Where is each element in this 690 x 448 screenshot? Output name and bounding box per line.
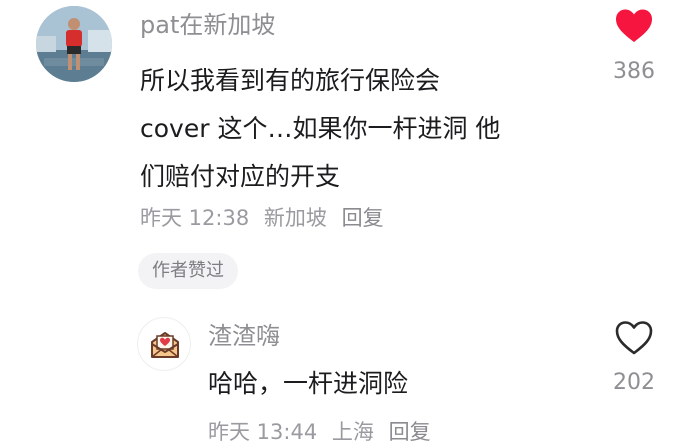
comment-text-line: cover 这个…如果你一杆进洞 他 [140,114,501,143]
reply-text: 哈哈，一杆进洞险 [208,369,409,398]
heart-outline-icon[interactable] [614,320,654,356]
reply-location: 上海 [331,420,374,444]
reply-meta: 昨天 13:44 上海 回复 [208,418,431,446]
comment-meta: 昨天 12:38 新加坡 回复 [140,204,384,232]
comment-reply-button[interactable]: 回复 [342,206,384,230]
comment-location: 新加坡 [263,206,327,230]
comment-time: 昨天 12:38 [140,206,250,230]
author-liked-badge: 作者赞过 [138,253,238,289]
reply-avatar[interactable] [137,317,191,371]
love-letter-icon [151,332,179,358]
reply-time: 昨天 13:44 [208,420,318,444]
reply-like-count: 202 [613,370,655,395]
reply-reply-button[interactable]: 回复 [389,420,431,444]
avatar[interactable] [36,6,112,82]
reply-like-button[interactable]: 202 [599,320,669,397]
heart-filled-icon[interactable] [614,8,654,44]
comment-like-count: 386 [613,59,655,84]
comment-text-line: 所以我看到有的旅行保险会 [140,66,441,95]
comment-text-line: 们赔付对应的开支 [140,162,341,191]
comment-like-button[interactable]: 386 [599,8,669,86]
comment-text: 所以我看到有的旅行保险会 cover 这个…如果你一杆进洞 他 们赔付对应的开支 [140,57,580,201]
reply-username[interactable]: 渣渣嗨 [208,321,280,351]
comment-username[interactable]: pat在新加坡 [140,10,275,40]
